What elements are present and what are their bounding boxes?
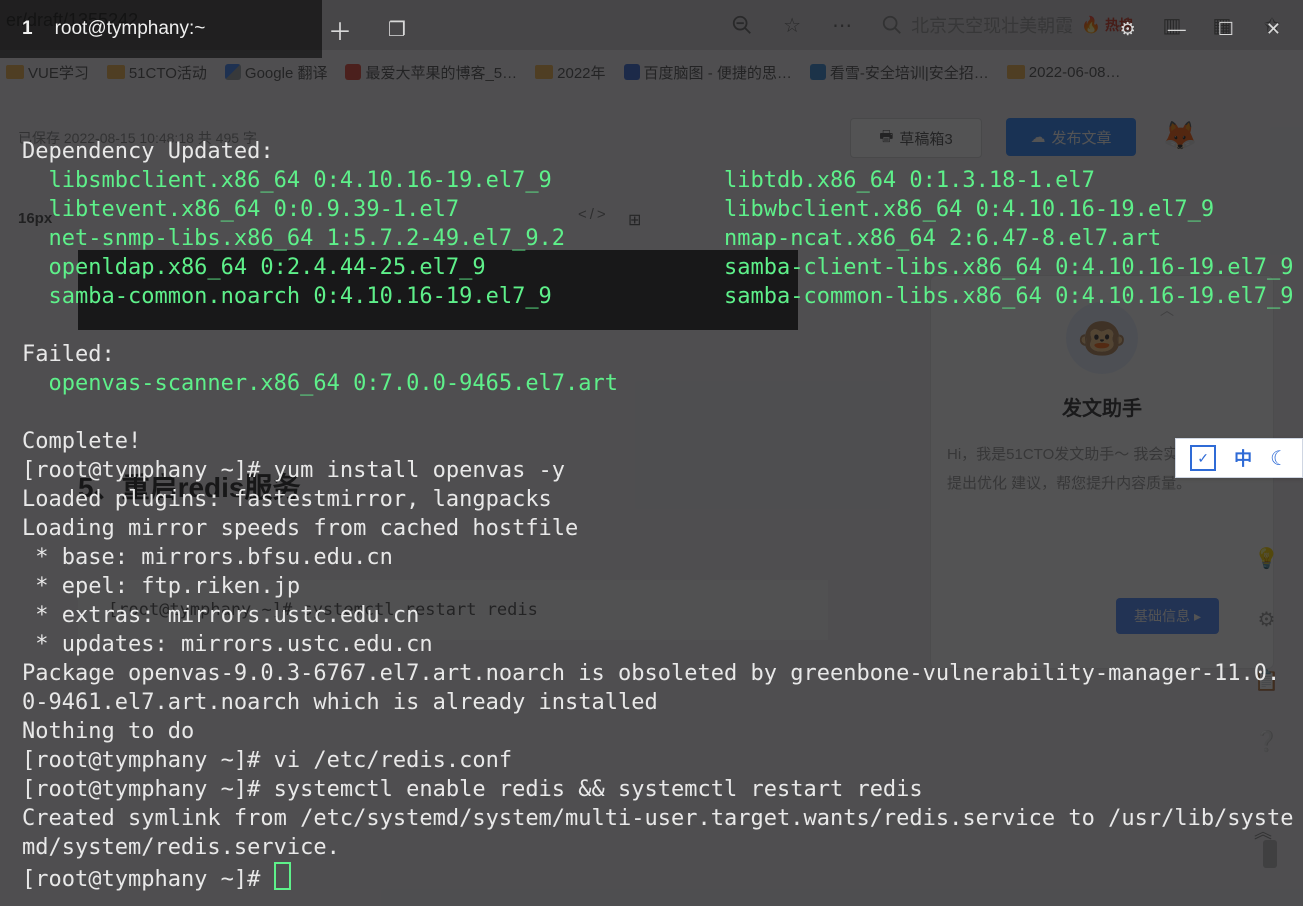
- terminal-cursor: [274, 862, 291, 890]
- terminal-line: Package openvas-9.0.3-6767.el7.art.noarc…: [22, 659, 1281, 688]
- terminal-line: [root@tymphany ~]# systemctl enable redi…: [22, 775, 1281, 804]
- terminal-line: [22, 311, 1281, 340]
- terminal-line: Created symlink from /etc/systemd/system…: [22, 804, 1281, 833]
- terminal-line: net-snmp-libs.x86_64 1:5.7.2-49.el7_9.2 …: [22, 224, 1281, 253]
- terminal-line: libtevent.x86_64 0:0.9.39-1.el7 libwbcli…: [22, 195, 1281, 224]
- terminal-line: * updates: mirrors.ustc.edu.cn: [22, 630, 1281, 659]
- close-icon[interactable]: ✕: [1266, 19, 1281, 40]
- terminal-line: Loading mirror speeds from cached hostfi…: [22, 514, 1281, 543]
- terminal-line: Dependency Updated:: [22, 137, 1281, 166]
- terminal-line: openvas-scanner.x86_64 0:7.0.0-9465.el7.…: [22, 369, 1281, 398]
- terminal-line: Nothing to do: [22, 717, 1281, 746]
- terminal-line: * base: mirrors.bfsu.edu.cn: [22, 543, 1281, 572]
- terminal-line: openldap.x86_64 0:2.4.44-25.el7_9 samba-…: [22, 253, 1281, 282]
- terminal-window[interactable]: 1 root@tymphany:~ ＋ ❐ ⚙ — ☐ ✕ Dependency…: [0, 0, 1303, 906]
- window-layout-icon[interactable]: ❐: [388, 17, 406, 42]
- terminal-line: samba-common.noarch 0:4.10.16-19.el7_9 s…: [22, 282, 1281, 311]
- terminal-line: Loaded plugins: fastestmirror, langpacks: [22, 485, 1281, 514]
- ime-moon-icon[interactable]: ☾: [1270, 446, 1288, 471]
- terminal-line: [root@tymphany ~]# yum install openvas -…: [22, 456, 1281, 485]
- settings-gear-icon[interactable]: ⚙: [1120, 19, 1136, 40]
- terminal-line: [root@tymphany ~]# vi /etc/redis.conf: [22, 746, 1281, 775]
- terminal-line: md/system/redis.service.: [22, 833, 1281, 862]
- terminal-tab-index: 1: [22, 18, 33, 40]
- terminal-titlebar: ＋ ❐ ⚙ — ☐ ✕: [300, 0, 1303, 58]
- terminal-prompt[interactable]: [root@tymphany ~]#: [22, 862, 1281, 894]
- terminal-tab-active[interactable]: 1 root@tymphany:~: [0, 0, 322, 58]
- terminal-line: * extras: mirrors.ustc.edu.cn: [22, 601, 1281, 630]
- terminal-line: Complete!: [22, 427, 1281, 456]
- terminal-line: Failed:: [22, 340, 1281, 369]
- maximize-icon[interactable]: ☐: [1218, 19, 1234, 40]
- ime-floating-bar[interactable]: ✓ 中 ☾: [1175, 438, 1303, 478]
- terminal-line: [22, 398, 1281, 427]
- minimize-icon[interactable]: —: [1168, 19, 1186, 40]
- new-tab-icon[interactable]: ＋: [328, 12, 352, 47]
- terminal-line: 0-9461.el7.art.noarch which is already i…: [22, 688, 1281, 717]
- ime-check-icon[interactable]: ✓: [1190, 445, 1216, 471]
- terminal-line: [22, 108, 1281, 137]
- terminal-tab-title: root@tymphany:~: [55, 18, 206, 40]
- terminal-line: libsmbclient.x86_64 0:4.10.16-19.el7_9 l…: [22, 166, 1281, 195]
- terminal-output[interactable]: Dependency Updated: libsmbclient.x86_64 …: [22, 108, 1281, 886]
- terminal-line: * epel: ftp.riken.jp: [22, 572, 1281, 601]
- ime-language-indicator[interactable]: 中: [1234, 445, 1252, 471]
